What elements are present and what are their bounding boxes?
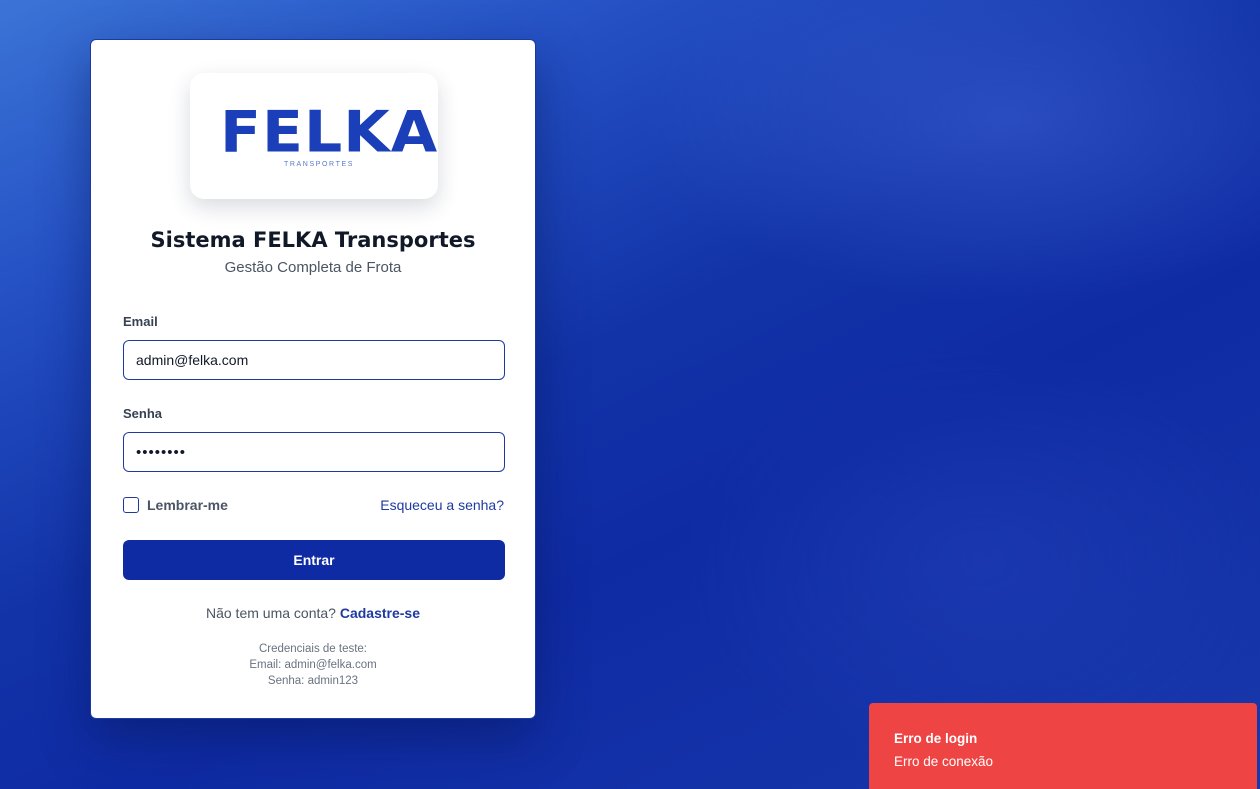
email-label: Email — [123, 314, 158, 329]
signup-prompt: Não tem uma conta? — [205, 605, 336, 621]
login-card: FELKA TRANSPORTES Sistema FELKA Transpor… — [90, 39, 536, 719]
error-toast[interactable]: Erro de login Erro de conexão — [869, 703, 1257, 789]
password-label: Senha — [123, 406, 163, 421]
remember-label: Lembrar-me — [147, 497, 228, 513]
signup-row: Não tem uma conta? Cadastre-se — [91, 605, 535, 621]
page-title: Sistema FELKA Transportes — [150, 228, 476, 252]
remember-checkbox[interactable] — [123, 497, 139, 513]
test-credentials-password: Senha: admin123 — [267, 675, 359, 687]
test-credentials: Credenciais de teste: Email: admin@felka… — [91, 641, 535, 689]
forgot-password-link[interactable]: Esqueceu a senha? — [380, 497, 504, 513]
password-field[interactable] — [123, 432, 505, 472]
logo-tagline: TRANSPORTES — [284, 161, 354, 168]
page-subtitle: Gestão Completa de Frota — [224, 259, 402, 276]
logo-wordmark: FELKA — [220, 99, 439, 166]
toast-message: Erro de conexão — [894, 754, 994, 769]
email-field[interactable] — [123, 340, 505, 380]
login-button[interactable]: Entrar — [123, 540, 505, 580]
remember-me[interactable]: Lembrar-me — [123, 497, 228, 513]
test-credentials-heading: Credenciais de teste: — [258, 643, 368, 655]
logo: FELKA TRANSPORTES — [190, 73, 438, 199]
toast-title: Erro de login — [894, 731, 978, 746]
test-credentials-email: Email: admin@felka.com — [249, 659, 377, 671]
signup-link[interactable]: Cadastre-se — [340, 605, 420, 621]
